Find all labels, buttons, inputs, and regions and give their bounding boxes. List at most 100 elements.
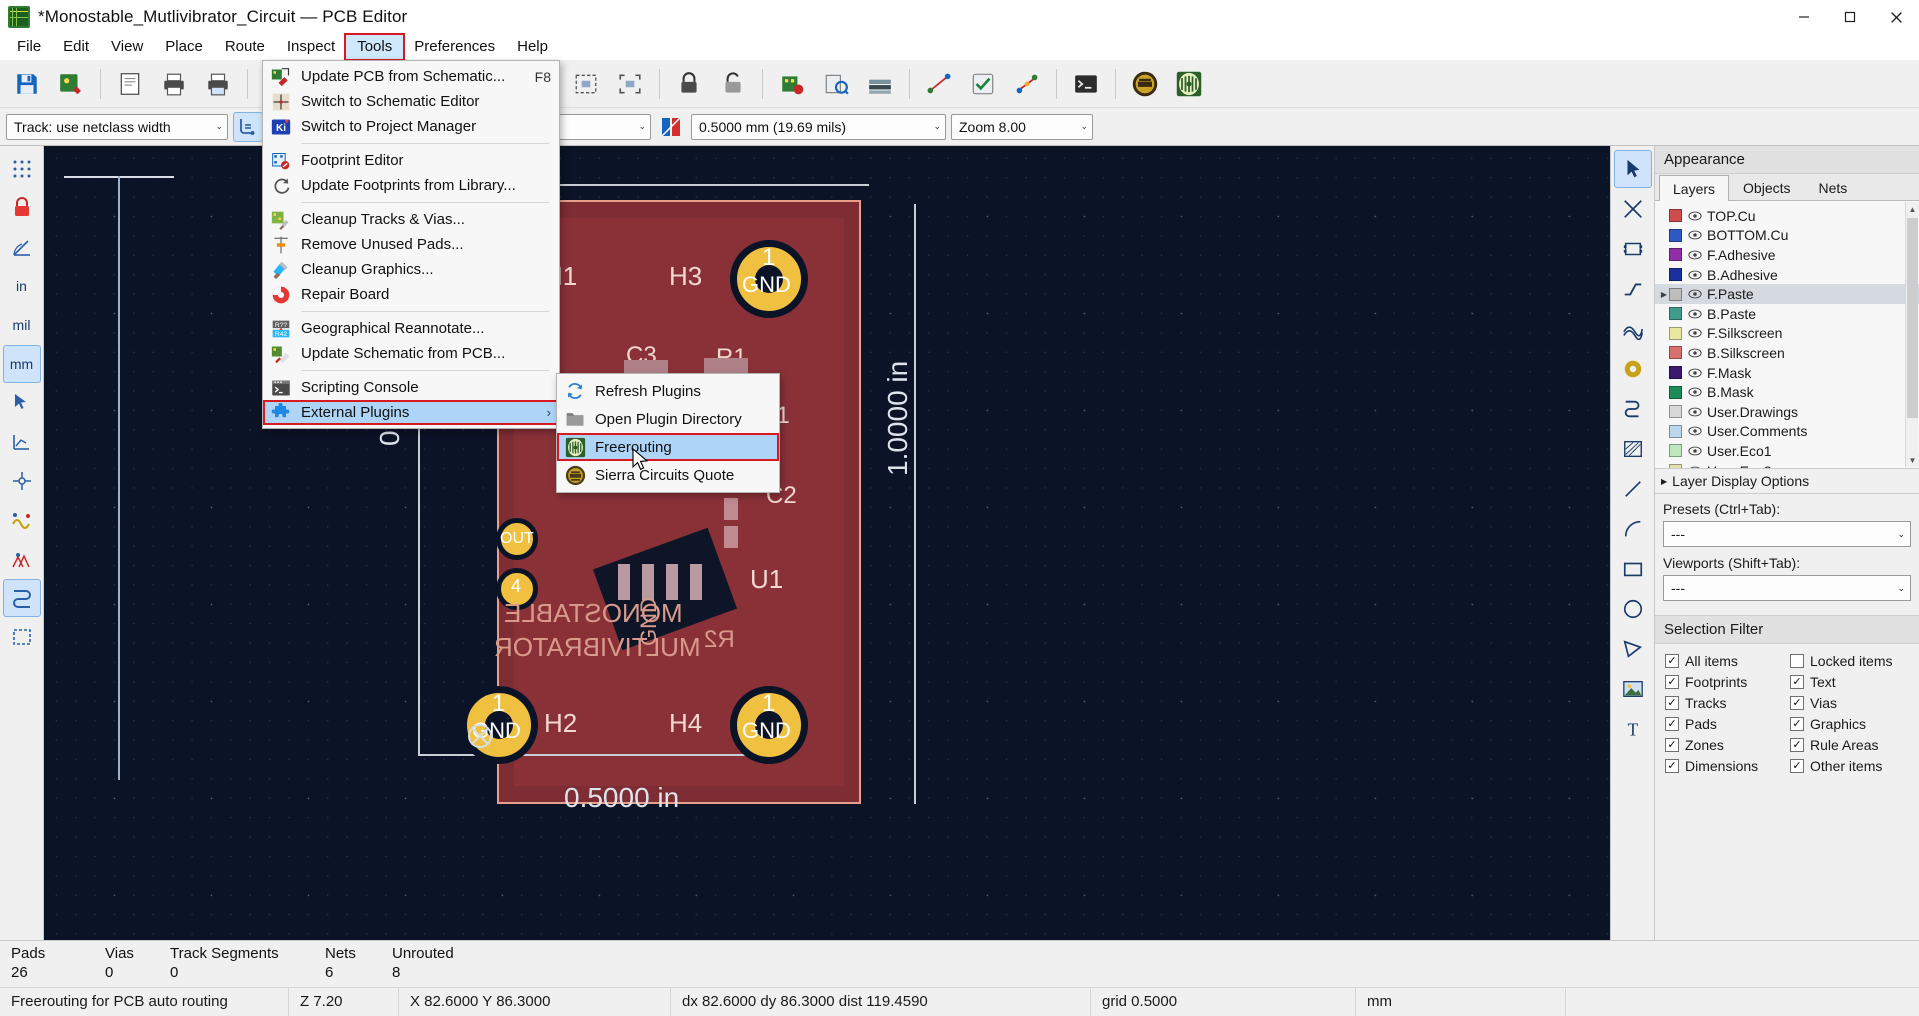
- save-icon[interactable]: [6, 63, 48, 105]
- eye-icon[interactable]: [1687, 407, 1702, 417]
- layer-display-options[interactable]: ▶ Layer Display Options: [1655, 469, 1919, 494]
- layer-color-swatch[interactable]: [1669, 209, 1682, 222]
- menu-item-update-footprints-from-library[interactable]: Update Footprints from Library...: [263, 173, 559, 198]
- filter-pads[interactable]: ✓Pads: [1665, 716, 1784, 732]
- place-footprint-icon[interactable]: [1614, 230, 1652, 268]
- filter-text[interactable]: ✓Text: [1790, 674, 1909, 690]
- viewports-select[interactable]: --- ⌄: [1663, 575, 1911, 601]
- external-plugins-submenu[interactable]: Refresh Plugins Open Plugin Directory Fr…: [556, 373, 780, 493]
- menu-route[interactable]: Route: [214, 35, 276, 59]
- layer-color-swatch[interactable]: [1669, 386, 1682, 399]
- zoom-select[interactable]: Zoom 8.00 ⌄: [951, 114, 1093, 140]
- units-inches-button[interactable]: in: [3, 267, 41, 305]
- circle-icon[interactable]: [1614, 590, 1652, 628]
- checkbox-checked[interactable]: ✓: [1790, 696, 1804, 710]
- run-drc-icon[interactable]: [962, 63, 1004, 105]
- checkbox-checked[interactable]: ✓: [1790, 759, 1804, 773]
- menu-item-scripting-console[interactable]: Scripting Console: [263, 375, 559, 400]
- tab-objects[interactable]: Objects: [1729, 174, 1804, 200]
- checkbox-checked[interactable]: ✓: [1665, 759, 1679, 773]
- curved-ratsnest-icon[interactable]: [3, 462, 41, 500]
- filter-vias[interactable]: ✓Vias: [1790, 695, 1909, 711]
- tab-layers[interactable]: Layers: [1659, 175, 1729, 201]
- text-icon[interactable]: T: [1614, 710, 1652, 748]
- polar-coords-icon[interactable]: [3, 228, 41, 266]
- filter-rule-areas[interactable]: ✓Rule Areas: [1790, 737, 1909, 753]
- layer-row[interactable]: User.Eco1: [1655, 441, 1919, 461]
- menu-item-remove-unused-pads[interactable]: Remove Unused Pads...: [263, 232, 559, 257]
- checkbox-checked[interactable]: ✓: [1665, 654, 1679, 668]
- checkbox-checked[interactable]: ✓: [1790, 675, 1804, 689]
- net-inspector-icon[interactable]: [1006, 63, 1048, 105]
- zone-fill-icon[interactable]: [3, 579, 41, 617]
- filter-all-items[interactable]: ✓All items: [1665, 653, 1784, 669]
- layer-color-swatch[interactable]: [1669, 248, 1682, 261]
- footprint-props-icon[interactable]: [771, 63, 813, 105]
- rule-area-icon[interactable]: [1614, 430, 1652, 468]
- zoom-fit-icon[interactable]: [565, 63, 607, 105]
- menu-tools[interactable]: Tools: [346, 35, 403, 59]
- menu-item-repair-board[interactable]: Repair Board: [263, 282, 559, 307]
- layer-row[interactable]: BOTTOM.Cu: [1655, 226, 1919, 246]
- close-button[interactable]: [1873, 0, 1919, 34]
- menu-help[interactable]: Help: [506, 35, 559, 59]
- layer-pair-button[interactable]: [656, 112, 686, 142]
- layer-color-swatch[interactable]: [1669, 288, 1682, 301]
- eye-icon[interactable]: [1687, 250, 1702, 260]
- layer-row[interactable]: User.Drawings: [1655, 402, 1919, 422]
- scroll-down-icon[interactable]: ▼: [1906, 453, 1919, 467]
- menu-inspect[interactable]: Inspect: [276, 35, 346, 59]
- tools-dropdown-menu[interactable]: Update PCB from Schematic... F8 Switch t…: [262, 60, 560, 429]
- page-settings-icon[interactable]: [109, 63, 151, 105]
- menu-item-geographical-reannotate[interactable]: R??R42 Geographical Reannotate...: [263, 316, 559, 341]
- layer-row[interactable]: User.Eco2: [1655, 461, 1919, 469]
- image-icon[interactable]: [1614, 670, 1652, 708]
- layer-list[interactable]: TOP.Cu BOTTOM.Cu F.Adhesive: [1655, 201, 1919, 469]
- checkbox-unchecked[interactable]: [1790, 654, 1804, 668]
- layer-row[interactable]: F.Silkscreen: [1655, 324, 1919, 344]
- layer-row[interactable]: TOP.Cu: [1655, 206, 1919, 226]
- net-color-icon[interactable]: [3, 501, 41, 539]
- menu-item-external-plugins[interactable]: External Plugins ›: [263, 400, 559, 425]
- filter-zones[interactable]: ✓Zones: [1665, 737, 1784, 753]
- scroll-up-icon[interactable]: ▲: [1906, 202, 1919, 216]
- layer-row[interactable]: B.Paste: [1655, 304, 1919, 324]
- layer-color-swatch[interactable]: [1669, 405, 1682, 418]
- submenu-item-refresh-plugins[interactable]: Refresh Plugins: [557, 377, 779, 405]
- route-track-icon[interactable]: [1614, 270, 1652, 308]
- eye-icon[interactable]: [1687, 309, 1702, 319]
- submenu-item-freerouting[interactable]: Freerouting: [557, 433, 779, 461]
- filter-footprints[interactable]: ✓Footprints: [1665, 674, 1784, 690]
- layers-manager-icon[interactable]: [859, 63, 901, 105]
- terminal-icon[interactable]: [1065, 63, 1107, 105]
- filter-dimensions[interactable]: ✓Dimensions: [1665, 758, 1784, 774]
- layer-color-swatch[interactable]: [1669, 307, 1682, 320]
- eye-icon[interactable]: [1687, 387, 1702, 397]
- menu-edit[interactable]: Edit: [52, 35, 100, 59]
- menu-file[interactable]: File: [6, 35, 52, 59]
- print-icon[interactable]: [153, 63, 195, 105]
- presets-select[interactable]: --- ⌄: [1663, 521, 1911, 547]
- layer-color-swatch[interactable]: [1669, 366, 1682, 379]
- lock-icon[interactable]: [668, 63, 710, 105]
- arc-icon[interactable]: [1614, 510, 1652, 548]
- ratsnest-icon[interactable]: [918, 63, 960, 105]
- track-width-auto-button[interactable]: [233, 112, 263, 142]
- layer-row[interactable]: F.Mask: [1655, 363, 1919, 383]
- zone-outline-icon[interactable]: [3, 618, 41, 656]
- padlock-icon[interactable]: [3, 189, 41, 227]
- menu-item-cleanup-tracks-vias[interactable]: Cleanup Tracks & Vias...: [263, 207, 559, 232]
- menu-item-footprint-editor[interactable]: Footprint Editor: [263, 148, 559, 173]
- layer-color-swatch[interactable]: [1669, 425, 1682, 438]
- checkbox-checked[interactable]: ✓: [1665, 738, 1679, 752]
- route-diffpair-icon[interactable]: [1614, 310, 1652, 348]
- eye-icon[interactable]: [1687, 368, 1702, 378]
- chevron-right-icon[interactable]: ▶: [1659, 290, 1669, 299]
- layer-row-active[interactable]: ▶ F.Paste: [1655, 284, 1919, 304]
- polygon-icon[interactable]: [1614, 630, 1652, 668]
- checkbox-checked[interactable]: ✓: [1665, 675, 1679, 689]
- eye-icon[interactable]: [1687, 348, 1702, 358]
- layer-row[interactable]: B.Silkscreen: [1655, 343, 1919, 363]
- grid-icon[interactable]: [3, 150, 41, 188]
- menu-preferences[interactable]: Preferences: [403, 35, 506, 59]
